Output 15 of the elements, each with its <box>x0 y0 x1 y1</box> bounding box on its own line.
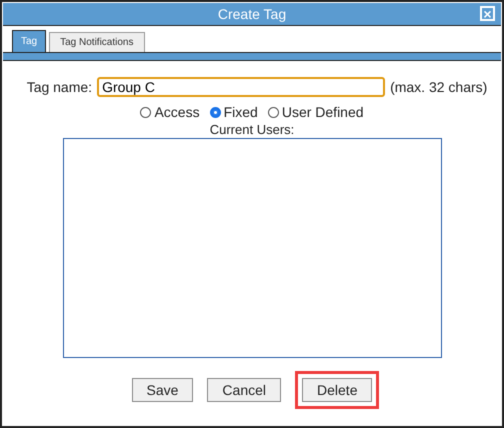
dialog-button[interactable]: Cancel <box>207 378 282 402</box>
radio-label: User Defined <box>282 104 364 120</box>
tag-name-field[interactable]: Group C <box>97 77 386 97</box>
field-label: Tag name: <box>26 79 92 95</box>
list-label: Current Users: <box>210 122 294 137</box>
radio-button[interactable] <box>210 106 221 118</box>
radio-button[interactable] <box>140 106 152 118</box>
radio-label: Access <box>154 104 200 120</box>
dialog-button[interactable]: Delete <box>302 378 372 402</box>
radio-button[interactable] <box>268 106 279 118</box>
field-hint: (max. 32 chars) <box>390 79 488 95</box>
dialog-button[interactable]: Save <box>132 378 194 402</box>
radio-label: Fixed <box>224 104 258 120</box>
window-title: Create Tag <box>218 6 286 22</box>
tab[interactable]: Tag Notifications <box>49 32 144 52</box>
